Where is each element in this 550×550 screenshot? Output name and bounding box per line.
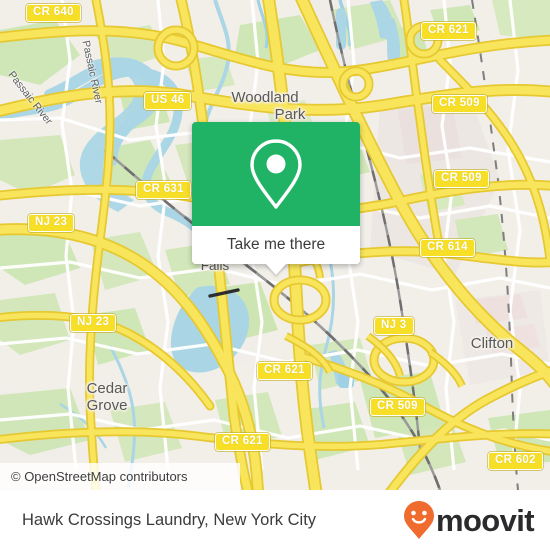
place-label: Park xyxy=(274,106,306,123)
page-title: Hawk Crossings Laundry, New York City xyxy=(22,510,317,529)
road-shield: CR 621 xyxy=(215,433,270,451)
map-canvas[interactable]: Passaic River Passaic River Woodland Par… xyxy=(0,0,550,490)
bottom-bar: Hawk Crossings Laundry, New York City mo… xyxy=(0,490,550,550)
road-shield: CR 614 xyxy=(420,239,475,257)
attribution-text[interactable]: © OpenStreetMap contributors xyxy=(11,469,188,484)
place-label: Woodland xyxy=(231,89,299,106)
road-shield: NJ 23 xyxy=(28,214,75,232)
road-shield: CR 640 xyxy=(26,4,81,22)
road-shield: CR 509 xyxy=(434,170,489,188)
road-shield: CR 621 xyxy=(421,22,476,40)
map-page: Passaic River Passaic River Woodland Par… xyxy=(0,0,550,550)
road-shield: CR 509 xyxy=(432,95,487,113)
place-label: Cedar xyxy=(86,380,128,397)
moovit-wordmark: moovit xyxy=(435,502,535,538)
road-shield: CR 621 xyxy=(257,362,312,380)
poi-callout-card[interactable]: Take me there xyxy=(192,122,360,275)
location-pin-icon xyxy=(250,139,302,209)
poi-card-header xyxy=(192,122,360,226)
take-me-there-button[interactable]: Take me there xyxy=(192,226,360,264)
map-attribution: © OpenStreetMap contributors xyxy=(0,463,550,490)
moovit-logo[interactable]: moovit xyxy=(403,500,535,540)
poi-card-pointer xyxy=(265,263,287,275)
road-shield: CR 631 xyxy=(136,181,191,199)
road-shield: CR 509 xyxy=(370,398,425,416)
place-label: Grove xyxy=(86,397,128,414)
road-shield: NJ 3 xyxy=(374,317,414,335)
place-label: Clifton xyxy=(470,335,514,352)
road-shield: NJ 23 xyxy=(70,314,117,332)
road-shield: US 46 xyxy=(144,92,192,110)
moovit-smiley-pin-icon xyxy=(403,501,434,539)
take-me-there-label: Take me there xyxy=(226,236,326,253)
